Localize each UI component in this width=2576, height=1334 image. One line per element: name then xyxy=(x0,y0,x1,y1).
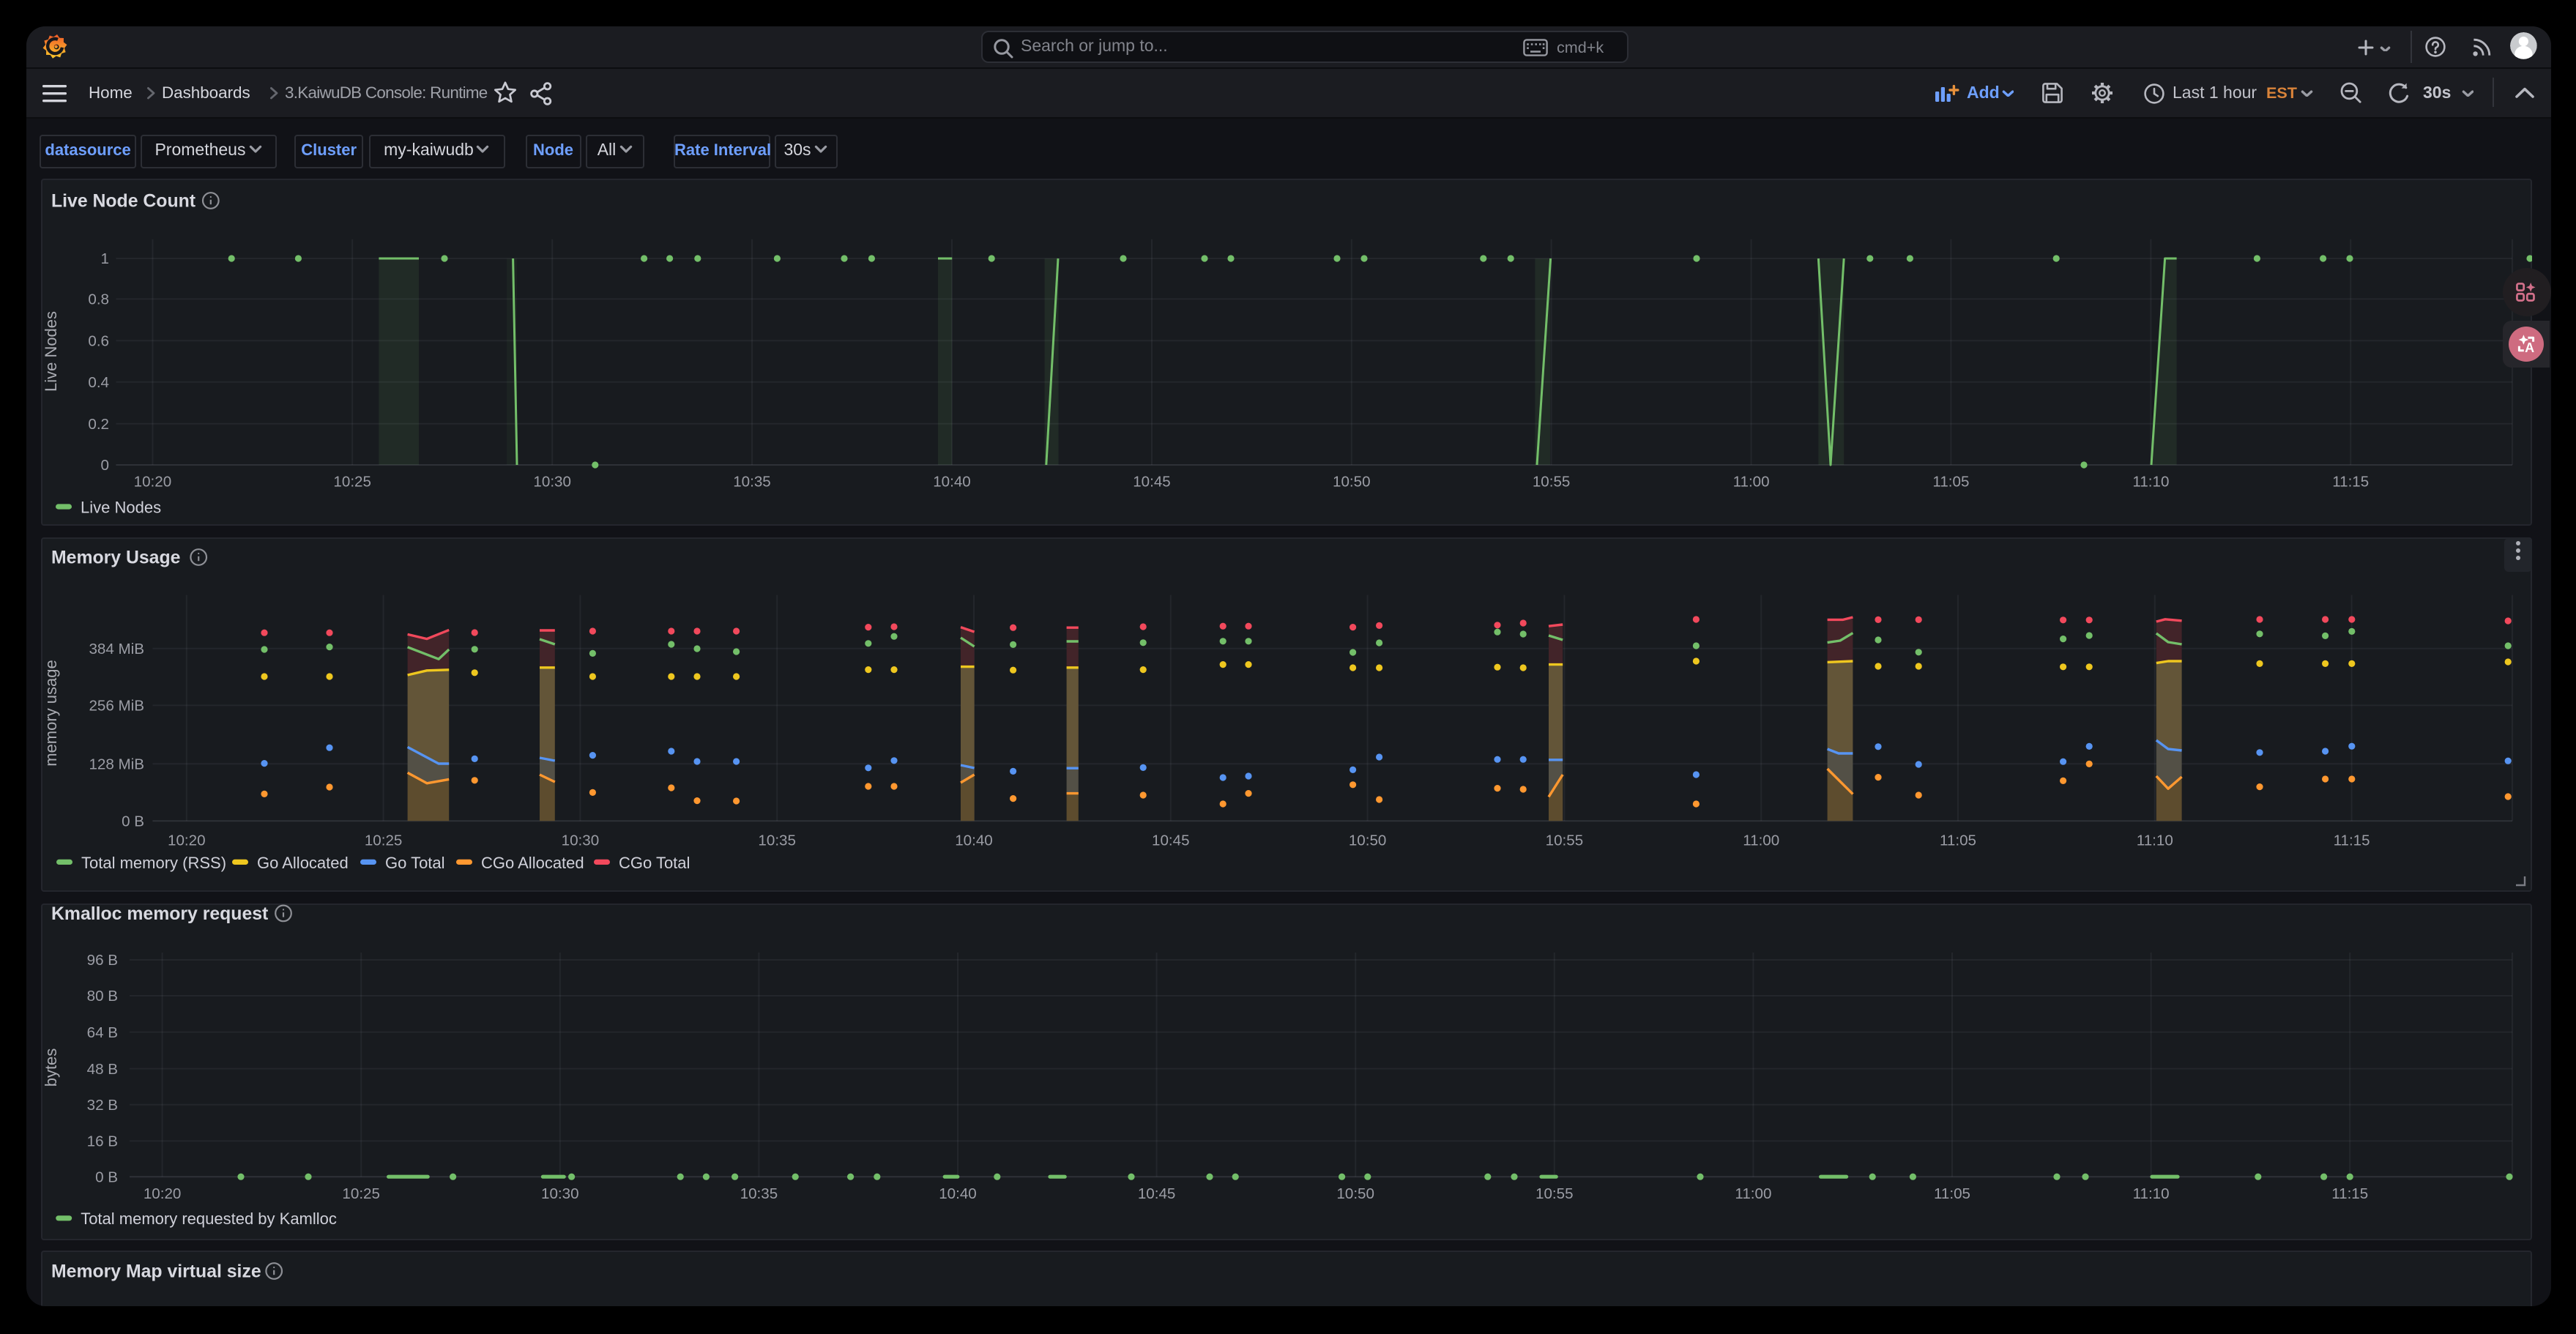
svg-text:48 B: 48 B xyxy=(86,1061,117,1078)
svg-text:10:30: 10:30 xyxy=(532,473,570,490)
svg-text:1: 1 xyxy=(100,250,108,267)
svg-text:11:10: 11:10 xyxy=(2136,832,2173,849)
svg-text:10:35: 10:35 xyxy=(740,1185,778,1202)
svg-text:Kmalloc memory request: Kmalloc memory request xyxy=(51,904,267,924)
svg-text:128 MiB: 128 MiB xyxy=(88,756,144,772)
svg-text:Total memory (RSS): Total memory (RSS) xyxy=(81,854,226,872)
svg-text:10:20: 10:20 xyxy=(167,832,205,849)
svg-text:bytes: bytes xyxy=(41,1048,59,1087)
svg-text:10:40: 10:40 xyxy=(938,1185,976,1202)
svg-text:11:00: 11:00 xyxy=(1732,473,1769,490)
svg-text:11:15: 11:15 xyxy=(2333,832,2370,849)
svg-text:11:05: 11:05 xyxy=(1939,832,1976,849)
svg-text:Go Allocated: Go Allocated xyxy=(256,854,348,872)
svg-text:10:35: 10:35 xyxy=(757,832,795,849)
svg-text:0.4: 0.4 xyxy=(87,374,108,391)
svg-text:10:20: 10:20 xyxy=(143,1185,181,1202)
svg-text:10:40: 10:40 xyxy=(954,832,992,849)
svg-text:10:30: 10:30 xyxy=(561,832,599,849)
svg-text:80 B: 80 B xyxy=(86,988,117,1005)
svg-text:CGo Allocated: CGo Allocated xyxy=(480,854,584,872)
svg-text:11:05: 11:05 xyxy=(1933,1185,1970,1202)
svg-text:10:55: 10:55 xyxy=(1532,473,1570,490)
svg-text:11:05: 11:05 xyxy=(1932,473,1968,490)
svg-text:Live Nodes: Live Nodes xyxy=(41,311,59,392)
svg-text:11:10: 11:10 xyxy=(2132,473,2168,490)
svg-text:10:35: 10:35 xyxy=(732,473,770,490)
svg-text:A: A xyxy=(2524,340,2534,354)
svg-text:64 B: 64 B xyxy=(86,1024,117,1041)
svg-text:10:25: 10:25 xyxy=(364,832,402,849)
svg-text:memory usage: memory usage xyxy=(41,660,59,767)
svg-text:Live Nodes: Live Nodes xyxy=(80,498,160,516)
svg-text:10:55: 10:55 xyxy=(1545,832,1583,849)
svg-text:0 B: 0 B xyxy=(94,1169,117,1185)
svg-text:10:40: 10:40 xyxy=(932,473,970,490)
svg-text:11:10: 11:10 xyxy=(2132,1185,2169,1202)
svg-text:Go Total: Go Total xyxy=(384,854,444,872)
svg-text:11:00: 11:00 xyxy=(1742,832,1779,849)
svg-text:96 B: 96 B xyxy=(86,952,117,969)
svg-text:10:45: 10:45 xyxy=(1151,832,1189,849)
svg-text:Total memory requested by Kaml: Total memory requested by Kamlloc xyxy=(80,1210,336,1228)
svg-text:384 MiB: 384 MiB xyxy=(88,641,144,657)
svg-text:10:20: 10:20 xyxy=(133,473,171,490)
svg-text:10:45: 10:45 xyxy=(1132,473,1170,490)
svg-text:10:55: 10:55 xyxy=(1535,1185,1573,1202)
svg-text:10:50: 10:50 xyxy=(1336,1185,1374,1202)
svg-text:0.6: 0.6 xyxy=(87,332,108,349)
svg-text:10:50: 10:50 xyxy=(1348,832,1386,849)
svg-text:11:15: 11:15 xyxy=(2331,473,2368,490)
svg-text:10:50: 10:50 xyxy=(1332,473,1370,490)
svg-text:0.2: 0.2 xyxy=(87,416,108,433)
svg-text:0 B: 0 B xyxy=(121,813,144,830)
svg-text:Memory Map virtual size: Memory Map virtual size xyxy=(51,1262,261,1281)
svg-text:10:25: 10:25 xyxy=(341,1185,379,1202)
svg-text:Live Node Count: Live Node Count xyxy=(51,191,195,211)
svg-text:16 B: 16 B xyxy=(86,1133,117,1150)
svg-text:0.8: 0.8 xyxy=(87,291,108,308)
svg-text:11:00: 11:00 xyxy=(1734,1185,1771,1202)
svg-text:0: 0 xyxy=(100,457,108,474)
svg-text:11:15: 11:15 xyxy=(2331,1185,2367,1202)
svg-text:32 B: 32 B xyxy=(86,1097,117,1114)
svg-text:10:45: 10:45 xyxy=(1137,1185,1175,1202)
svg-text:256 MiB: 256 MiB xyxy=(88,698,144,715)
svg-text:10:25: 10:25 xyxy=(332,473,371,490)
svg-text:Memory Usage: Memory Usage xyxy=(51,548,179,568)
svg-text:CGo Total: CGo Total xyxy=(618,854,689,872)
svg-text:10:30: 10:30 xyxy=(540,1185,578,1202)
